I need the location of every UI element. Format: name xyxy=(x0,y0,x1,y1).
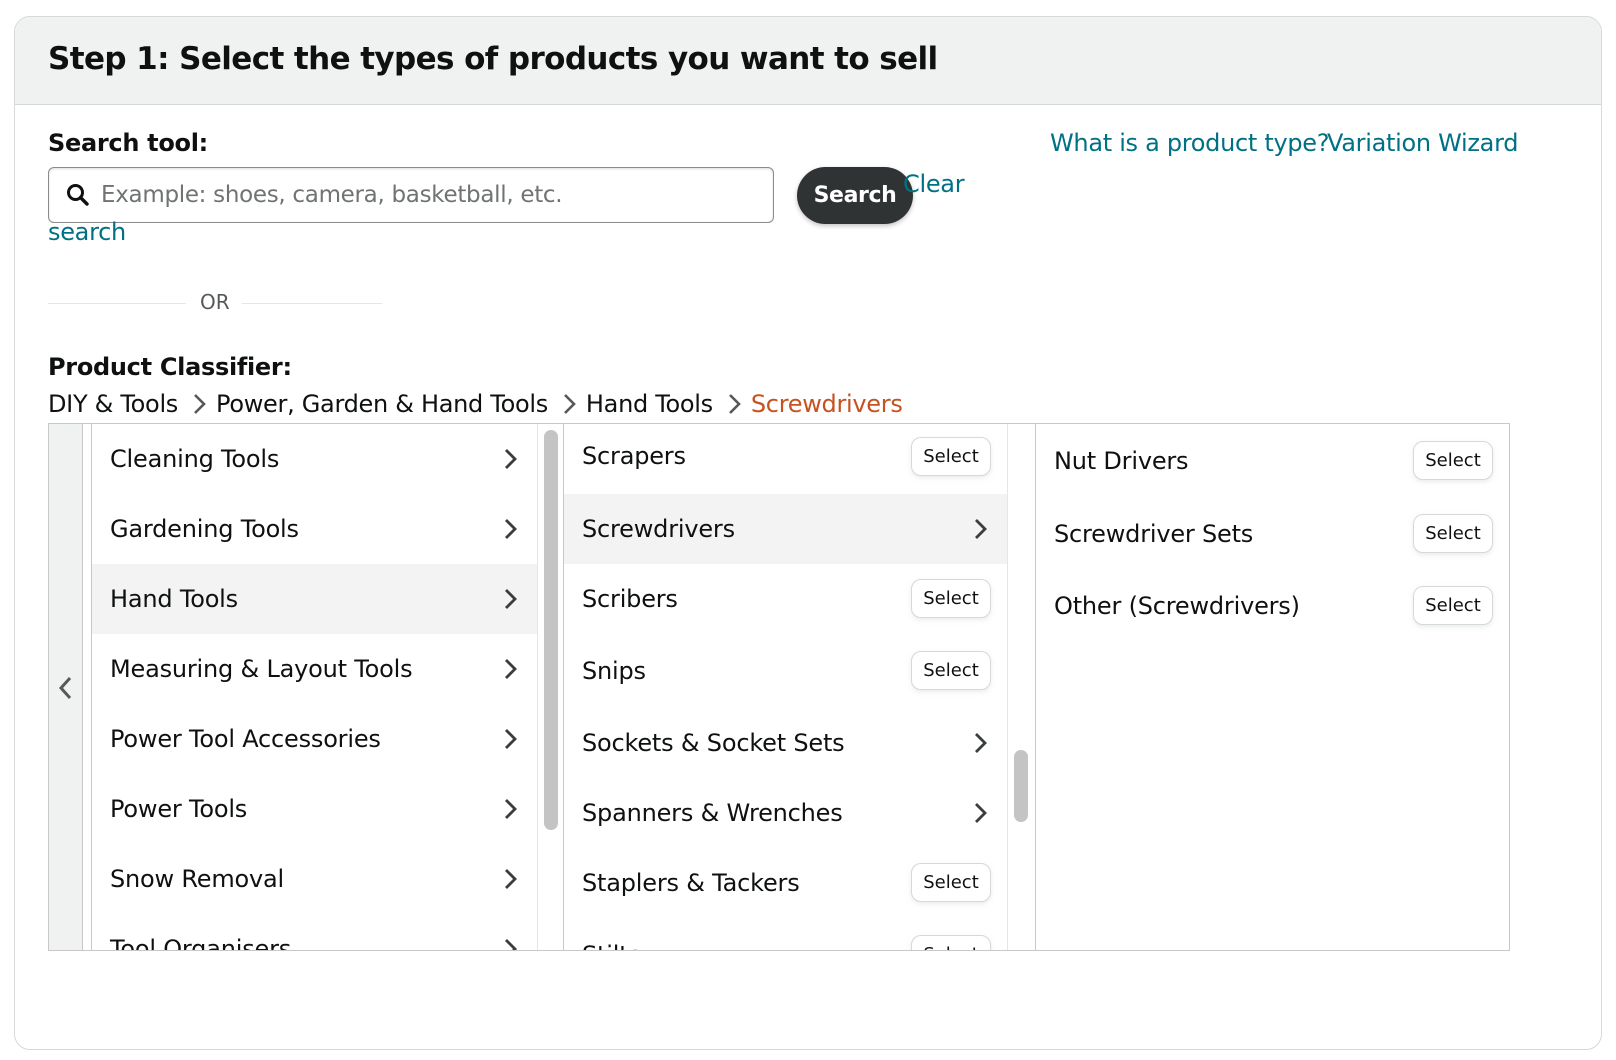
breadcrumb-item-power-garden-hand-tools[interactable]: Power, Garden & Hand Tools xyxy=(216,390,548,418)
item-label: Power Tool Accessories xyxy=(110,725,381,753)
search-tool-label: Search tool: xyxy=(48,129,208,157)
select-button-screwdriver-sets[interactable]: Select xyxy=(1413,514,1493,553)
or-divider: OR xyxy=(48,289,388,319)
divider-line-left xyxy=(48,303,186,304)
item-label: Spanners & Wrenches xyxy=(582,799,843,827)
breadcrumb: DIY & Tools Power, Garden & Hand Tools H… xyxy=(48,387,903,421)
item-label: Measuring & Layout Tools xyxy=(110,655,413,683)
item-label: Tool Organisers xyxy=(110,935,292,950)
category-column-3: Nut Drivers Select Screwdriver Sets Sele… xyxy=(1035,424,1509,950)
item-label: Nut Drivers xyxy=(1054,447,1189,475)
list-item-nut-drivers[interactable]: Nut Drivers Select xyxy=(1036,426,1509,496)
item-label: Snips xyxy=(582,657,646,685)
select-button-snips[interactable]: Select xyxy=(911,651,991,690)
list-item-screwdrivers[interactable]: Screwdrivers xyxy=(564,494,1007,564)
item-label: Other (Screwdrivers) xyxy=(1054,592,1300,620)
list-item-measuring-layout-tools[interactable]: Measuring & Layout Tools xyxy=(92,634,537,704)
item-label: Gardening Tools xyxy=(110,515,299,543)
list-item-screwdriver-sets[interactable]: Screwdriver Sets Select xyxy=(1036,499,1509,569)
select-button-other-screwdrivers[interactable]: Select xyxy=(1413,586,1493,625)
step-1-card: Step 1: Select the types of products you… xyxy=(14,16,1602,1050)
select-button-stilts[interactable]: Select xyxy=(911,935,991,950)
list-item-sockets-socket-sets[interactable]: Sockets & Socket Sets xyxy=(564,708,1007,778)
item-label: Stilts xyxy=(582,941,641,950)
search-input[interactable] xyxy=(101,168,761,222)
list-item-scribers[interactable]: Scribers Select xyxy=(564,564,1007,634)
search-button[interactable]: Search xyxy=(797,167,913,224)
search-icon xyxy=(67,184,89,206)
item-label: Power Tools xyxy=(110,795,248,823)
select-button-staplers-tackers[interactable]: Select xyxy=(911,863,991,902)
chevron-right-icon xyxy=(505,449,517,469)
item-label: Scrapers xyxy=(582,442,686,470)
chevron-right-icon xyxy=(505,869,517,889)
chevron-right-icon xyxy=(728,394,741,414)
chevron-right-icon xyxy=(564,394,576,414)
product-classifier-browser: Cleaning Tools Gardening Tools Hand Tool… xyxy=(48,423,1510,951)
list-item-stilts[interactable]: Stilts Select xyxy=(564,920,1007,950)
list-item-staplers-tackers[interactable]: Staplers & Tackers Select xyxy=(564,848,1007,918)
clear-search-link-line2[interactable]: search xyxy=(48,218,126,246)
item-label: Snow Removal xyxy=(110,865,284,893)
card-header: Step 1: Select the types of products you… xyxy=(15,17,1601,105)
breadcrumb-item-diy-tools[interactable]: DIY & Tools xyxy=(48,390,178,418)
chevron-right-icon xyxy=(194,394,206,414)
list-item-hand-tools[interactable]: Hand Tools xyxy=(92,564,537,634)
item-label: Scribers xyxy=(582,585,678,613)
list-item-spanners-wrenches[interactable]: Spanners & Wrenches xyxy=(564,778,1007,848)
list-item-scrapers[interactable]: Scrapers Select xyxy=(564,424,1007,494)
select-button-nut-drivers[interactable]: Select xyxy=(1413,441,1493,480)
item-label: Hand Tools xyxy=(110,585,238,613)
chevron-right-icon xyxy=(505,519,517,539)
item-label: Screwdriver Sets xyxy=(1054,520,1254,548)
divider-line-right xyxy=(242,303,382,304)
chevron-right-icon xyxy=(975,733,987,753)
product-classifier-label: Product Classifier: xyxy=(48,353,292,381)
breadcrumb-item-screwdrivers: Screwdrivers xyxy=(750,390,903,418)
back-column-button[interactable] xyxy=(49,424,83,950)
select-button-scrapers[interactable]: Select xyxy=(911,437,991,476)
list-item-snips[interactable]: Snips Select xyxy=(564,636,1007,706)
column-1-scrollbar[interactable] xyxy=(537,424,563,950)
list-item-snow-removal[interactable]: Snow Removal xyxy=(92,844,537,914)
breadcrumb-item-hand-tools[interactable]: Hand Tools xyxy=(586,390,713,418)
category-column-1: Cleaning Tools Gardening Tools Hand Tool… xyxy=(91,424,537,950)
item-label: Sockets & Socket Sets xyxy=(582,729,845,757)
list-item-cleaning-tools[interactable]: Cleaning Tools xyxy=(92,424,537,494)
column-1-scroll-thumb[interactable] xyxy=(544,430,558,830)
list-item-power-tools[interactable]: Power Tools xyxy=(92,774,537,844)
chevron-right-icon xyxy=(505,729,517,749)
list-item-power-tool-accessories[interactable]: Power Tool Accessories xyxy=(92,704,537,774)
item-label: Cleaning Tools xyxy=(110,445,280,473)
category-column-2: Scrapers Select Screwdrivers Scribers Se… xyxy=(563,424,1007,950)
chevron-right-icon xyxy=(975,803,987,823)
item-label: Staplers & Tackers xyxy=(582,869,800,897)
column-2-scroll-thumb[interactable] xyxy=(1014,750,1028,822)
list-item-gardening-tools[interactable]: Gardening Tools xyxy=(92,494,537,564)
chevron-right-icon xyxy=(975,519,987,539)
list-item-tool-organisers[interactable]: Tool Organisers xyxy=(92,914,537,950)
page-title: Step 1: Select the types of products you… xyxy=(48,41,938,77)
chevron-right-icon xyxy=(505,799,517,819)
chevron-right-icon xyxy=(505,939,517,950)
chevron-right-icon xyxy=(505,659,517,679)
select-button-scribers[interactable]: Select xyxy=(911,579,991,618)
clear-search-link-line1[interactable]: Clear xyxy=(903,170,965,198)
variation-wizard-link[interactable]: Variation Wizard xyxy=(1327,129,1518,157)
search-box[interactable] xyxy=(48,167,774,223)
item-label: Screwdrivers xyxy=(582,515,735,543)
chevron-left-icon xyxy=(58,676,72,700)
or-text: OR xyxy=(200,290,230,314)
what-is-product-type-link[interactable]: What is a product type? xyxy=(1050,129,1330,157)
list-item-other-screwdrivers[interactable]: Other (Screwdrivers) Select xyxy=(1036,571,1509,641)
chevron-right-icon xyxy=(505,589,517,609)
column-2-scrollbar[interactable] xyxy=(1007,424,1033,950)
